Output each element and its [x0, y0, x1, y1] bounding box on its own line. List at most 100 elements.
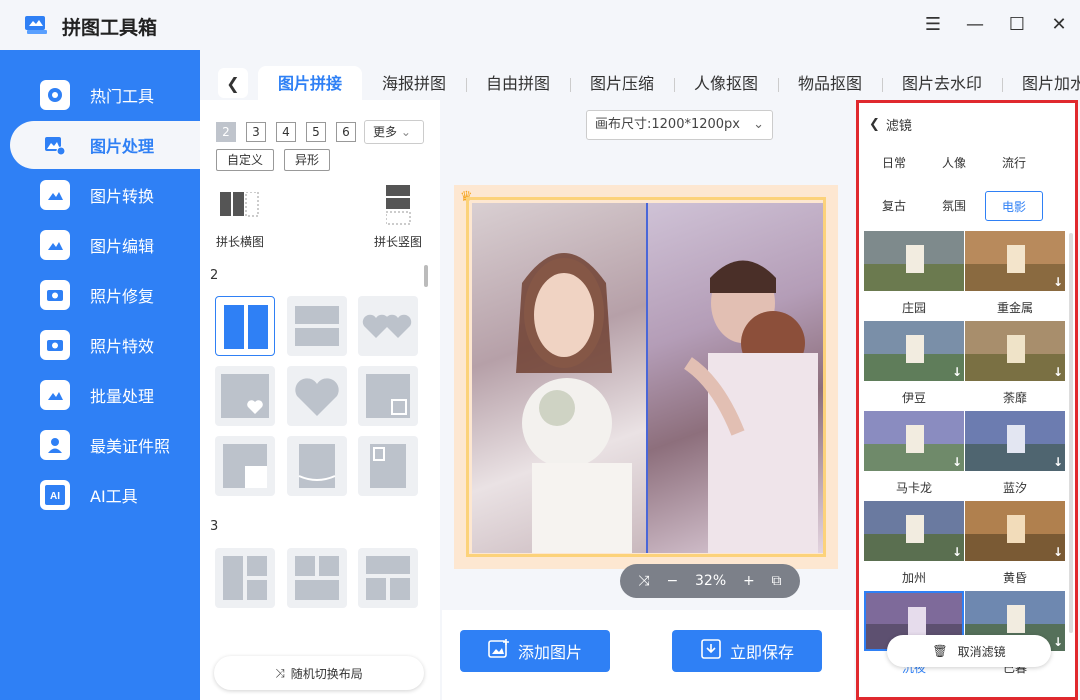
download-icon: ↓	[951, 545, 962, 559]
shuffle-icon: ⤨	[275, 665, 285, 680]
long-vertical-icon[interactable]	[385, 185, 412, 231]
layout-tile[interactable]	[215, 548, 275, 608]
layout-tile[interactable]	[215, 436, 275, 496]
sidebar-item-hot-tools[interactable]: 热门工具	[10, 71, 210, 119]
download-icon: ↓	[1052, 635, 1063, 649]
minimize-icon[interactable]: —	[963, 12, 987, 36]
sidebar-item-label: 图片编辑	[90, 237, 155, 256]
filter-thumb-macaron[interactable]: ↓	[864, 411, 964, 471]
sidebar-item-image-process[interactable]: 图片处理	[10, 121, 210, 169]
collage-canvas[interactable]: ♛	[454, 185, 838, 569]
tab-image-join[interactable]: 图片拼接	[258, 66, 363, 102]
filter-thumb-heavy-metal[interactable]: ↓	[965, 231, 1065, 291]
photo-slot-left[interactable]	[472, 203, 646, 553]
filter-category-daily[interactable]: 日常	[865, 148, 923, 178]
photo-slot-right[interactable]	[648, 203, 823, 553]
layout-tile[interactable]	[358, 366, 418, 426]
irregular-button[interactable]: 异形	[284, 149, 331, 171]
filter-category-ambience[interactable]: 氛围	[925, 191, 983, 221]
filter-label: 蓝汐	[1002, 481, 1027, 495]
layout-tile[interactable]	[358, 548, 418, 608]
count-4-button[interactable]: 4	[276, 122, 296, 142]
layout-tile[interactable]	[287, 548, 347, 608]
tab-poster[interactable]: 海报拼图	[382, 66, 446, 102]
sidebar-item-image-convert[interactable]: 图片转换	[10, 171, 210, 219]
download-icon: ↓	[1052, 545, 1063, 559]
count-6-button[interactable]: 6	[336, 122, 356, 142]
filter-thumb-california[interactable]: ↓	[864, 501, 964, 561]
count-2-button[interactable]: 2	[216, 122, 236, 142]
back-button[interactable]: ❮	[218, 68, 248, 98]
layout-tile[interactable]	[358, 436, 418, 496]
tab-separator	[674, 78, 675, 92]
add-image-button[interactable]: 添加图片	[460, 630, 610, 672]
fit-screen-icon[interactable]: ⧉	[772, 573, 782, 589]
filter-category-movie[interactable]: 电影	[985, 191, 1043, 221]
layout-tile[interactable]	[215, 296, 275, 356]
filter-scrollbar[interactable]	[1069, 233, 1073, 633]
zoom-level: 32%	[695, 573, 727, 589]
filter-label: 庄园	[901, 301, 926, 315]
save-button[interactable]: 立即保存	[672, 630, 822, 672]
layout-tile[interactable]	[287, 296, 347, 356]
filter-category-popular[interactable]: 流行	[985, 148, 1043, 178]
count-3-button[interactable]: 3	[246, 122, 266, 142]
layout-tile[interactable]	[287, 436, 347, 496]
chevron-down-icon: ⌄	[400, 125, 411, 139]
photo-effect-icon	[40, 330, 70, 360]
layout-tile[interactable]	[358, 296, 418, 356]
sidebar-item-photo-effect[interactable]: 照片特效	[10, 321, 210, 369]
close-icon[interactable]: ✕	[1047, 12, 1071, 36]
tab-add-watermark[interactable]: 图片加水	[1022, 66, 1080, 102]
filter-header[interactable]: ❮ 滤镜	[869, 115, 912, 134]
sidebar: 热门工具 图片处理 图片转换 图片编辑 照片修复 照片特效 批量处理 最美证件照…	[0, 50, 210, 700]
filter-thumb-dusk[interactable]: ↓	[965, 501, 1065, 561]
tab-portrait-cutout[interactable]: 人像抠图	[694, 66, 758, 102]
sidebar-item-label: 图片处理	[90, 137, 155, 156]
filter-thumb-zhuangyuan[interactable]	[864, 231, 964, 291]
tab-object-cutout[interactable]: 物品抠图	[798, 66, 862, 102]
filter-thumb-izu[interactable]: ↓	[864, 321, 964, 381]
layout-panel: 2 3 4 5 6 更多 ⌄ 自定义 异形 拼长横图 拼长竖图 2 3 ⤨ 随机…	[200, 100, 440, 700]
filter-label: 重金属	[996, 301, 1033, 315]
random-layout-button[interactable]: ⤨ 随机切换布局	[214, 656, 424, 690]
layout-tile[interactable]	[287, 366, 347, 426]
filter-category-portrait[interactable]: 人像	[925, 148, 983, 178]
image-edit-icon	[40, 230, 70, 260]
tab-separator	[570, 78, 571, 92]
count-5-button[interactable]: 5	[306, 122, 326, 142]
sidebar-item-image-edit[interactable]: 图片编辑	[10, 221, 210, 269]
tab-separator	[1002, 78, 1003, 92]
custom-button[interactable]: 自定义	[216, 149, 275, 171]
sidebar-item-photo-repair[interactable]: 照片修复	[10, 271, 210, 319]
filter-panel: ❮ 滤镜 日常 人像 流行 复古 氛围 电影 ↓ 庄园 重金属 ↓ ↓ 伊豆 荼…	[856, 100, 1078, 700]
tab-free[interactable]: 自由拼图	[486, 66, 550, 102]
section-2-label: 2	[210, 268, 219, 283]
filter-thumb-tumi[interactable]: ↓	[965, 321, 1065, 381]
zoom-out-icon[interactable]: −	[666, 573, 678, 589]
ai-icon: AI	[40, 480, 70, 510]
filter-thumb-lanxi[interactable]: ↓	[965, 411, 1065, 471]
more-dropdown[interactable]: 更多 ⌄	[364, 120, 424, 144]
add-image-icon	[488, 638, 510, 664]
scrollbar[interactable]	[424, 265, 428, 287]
cancel-filter-button[interactable]: 🗑 取消滤镜	[887, 635, 1051, 667]
menu-icon[interactable]: ☰	[921, 12, 945, 36]
filter-label: 马卡龙	[895, 481, 932, 495]
filter-label: 加州	[901, 571, 926, 585]
maximize-icon[interactable]: ☐	[1005, 12, 1029, 36]
tab-remove-watermark[interactable]: 图片去水印	[902, 66, 982, 102]
app-title: 拼图工具箱	[62, 17, 158, 39]
tab-compress[interactable]: 图片压缩	[590, 66, 654, 102]
filter-category-retro[interactable]: 复古	[865, 191, 923, 221]
zoom-in-icon[interactable]: +	[743, 573, 755, 589]
canvas-size-select[interactable]: 画布尺寸:1200*1200px ⌄	[586, 110, 773, 140]
long-horizontal-icon[interactable]	[220, 191, 260, 222]
sidebar-item-batch[interactable]: 批量处理	[10, 371, 210, 419]
gear-icon	[40, 80, 70, 110]
layout-tile[interactable]	[215, 366, 275, 426]
sidebar-item-id-photo[interactable]: 最美证件照	[10, 421, 210, 469]
shuffle-icon[interactable]: ⤨	[638, 573, 649, 589]
sidebar-item-ai-tools[interactable]: AI AI工具	[10, 471, 210, 519]
tool-tabs: ❮ 图片拼接 海报拼图 自由拼图 图片压缩 人像抠图 物品抠图 图片去水印 图片…	[200, 60, 1080, 102]
